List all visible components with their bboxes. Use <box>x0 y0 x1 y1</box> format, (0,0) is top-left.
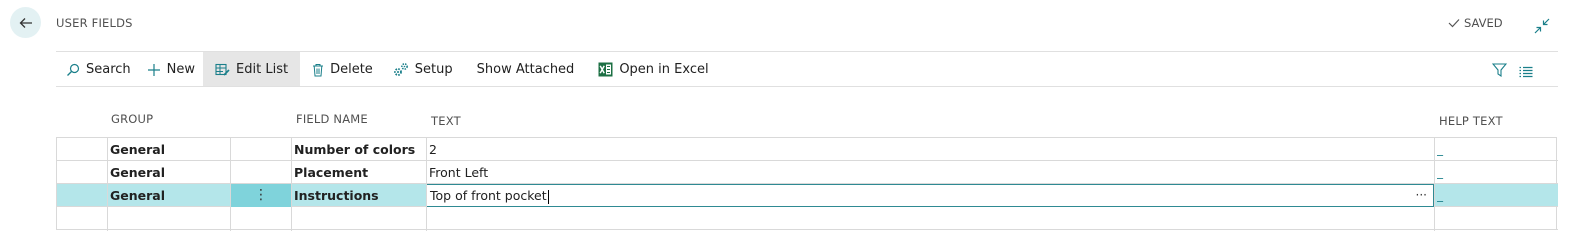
trash-icon <box>313 63 324 76</box>
column-header-field-name[interactable]: FIELD NAME <box>296 112 368 126</box>
field-name-cell[interactable]: Placement <box>294 161 424 184</box>
row-actions-menu[interactable]: ⋮ <box>231 184 291 207</box>
table-row[interactable]: General Placement Front Left _ <box>57 161 1558 184</box>
edit-list-icon <box>215 63 230 76</box>
column-header-group[interactable]: GROUP <box>111 112 153 126</box>
lookup-ellipsis-button[interactable]: ··· <box>1416 185 1427 206</box>
table-row-selected[interactable]: General ⋮ Instructions Top of front pock… <box>57 184 1558 207</box>
back-button[interactable] <box>10 7 41 38</box>
grid-column-divider <box>291 138 292 231</box>
search-button[interactable]: Search <box>56 52 139 87</box>
show-attached-button[interactable]: Show Attached <box>461 52 583 87</box>
list-icon <box>1519 66 1533 78</box>
field-name-cell[interactable]: Number of colors <box>294 138 424 161</box>
table-row-empty[interactable] <box>57 207 1558 230</box>
saved-label: SAVED <box>1464 16 1503 30</box>
setup-button[interactable]: Setup <box>381 52 461 87</box>
grid-column-divider <box>107 138 108 231</box>
grid-column-divider <box>230 138 231 231</box>
action-bar: Search New Edit List Delete Setup Show A… <box>56 52 1558 87</box>
help-text-cell[interactable]: _ <box>1437 184 1537 207</box>
column-header-help-text[interactable]: HELP TEXT <box>1439 114 1503 128</box>
open-in-excel-label: Open in Excel <box>619 62 709 77</box>
text-edit-field[interactable]: Top of front pocket ··· <box>426 184 1434 207</box>
plus-icon <box>147 63 160 76</box>
new-button[interactable]: New <box>139 52 203 87</box>
text-edit-value: Top of front pocket <box>430 188 547 203</box>
collapse-icon <box>1534 18 1550 34</box>
delete-button[interactable]: Delete <box>300 52 381 87</box>
filter-icon <box>1491 63 1508 78</box>
open-in-excel-button[interactable]: Open in Excel <box>582 52 716 87</box>
setup-label: Setup <box>414 62 453 77</box>
edit-list-label: Edit List <box>236 62 289 77</box>
filter-button[interactable] <box>1491 62 1508 81</box>
checkmark-icon <box>1448 19 1460 28</box>
search-icon <box>67 63 80 76</box>
text-cell[interactable]: 2 <box>429 138 1429 161</box>
excel-icon <box>598 62 613 77</box>
search-label: Search <box>86 62 131 77</box>
group-cell[interactable]: General <box>110 161 230 184</box>
collapse-button[interactable] <box>1533 17 1551 35</box>
saved-status: SAVED <box>1448 16 1503 30</box>
table-row[interactable]: General Number of colors 2 _ <box>57 138 1558 161</box>
group-cell[interactable]: General <box>110 138 230 161</box>
help-text-cell[interactable]: _ <box>1437 138 1537 161</box>
actionbar-divider <box>56 86 1558 87</box>
grid-column-divider <box>426 138 427 231</box>
page-title: USER FIELDS <box>56 16 133 30</box>
gears-icon <box>393 63 408 76</box>
text-cell[interactable]: Front Left <box>429 161 1429 184</box>
user-fields-grid: General Number of colors 2 _ General Pla… <box>56 137 1558 231</box>
edit-list-button[interactable]: Edit List <box>203 52 301 87</box>
list-options-button[interactable] <box>1519 63 1533 82</box>
group-cell[interactable]: General <box>110 184 230 207</box>
show-attached-label: Show Attached <box>476 62 575 77</box>
delete-label: Delete <box>330 62 373 77</box>
column-header-text[interactable]: TEXT <box>431 114 461 128</box>
new-label: New <box>166 62 196 77</box>
text-caret <box>547 189 549 204</box>
grid-column-divider <box>1434 138 1435 231</box>
help-text-cell[interactable]: _ <box>1437 161 1537 184</box>
vertical-ellipsis-icon: ⋮ <box>254 187 268 203</box>
arrow-left-icon <box>19 17 32 28</box>
field-name-cell[interactable]: Instructions <box>294 184 424 207</box>
